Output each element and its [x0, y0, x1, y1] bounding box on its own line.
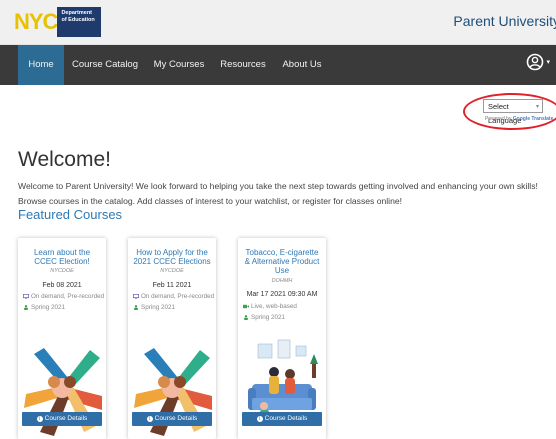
course-date: Mar 17 2021 09:30 AM	[246, 291, 318, 298]
highlight-annotation	[463, 93, 556, 130]
nav-resources[interactable]: Resources	[218, 45, 268, 85]
monitor-icon	[23, 294, 29, 299]
featured-courses-heading: Featured Courses	[18, 207, 123, 222]
course-title[interactable]: Learn about the CCEC Election!	[22, 248, 102, 266]
course-card[interactable]: How to Apply for the 2021 CCEC Elections…	[128, 238, 216, 439]
course-delivery-label: On demand, Pre-recorded	[141, 293, 215, 300]
course-org: NYCDOE	[160, 268, 184, 274]
course-card[interactable]: Learn about the CCEC Election! NYCDOE Fe…	[18, 238, 106, 439]
course-details-button[interactable]: i Course Details	[22, 412, 102, 426]
course-org: NYCDOE	[50, 268, 74, 274]
course-term: Spring 2021	[243, 314, 285, 321]
course-details-button[interactable]: i Course Details	[242, 412, 322, 426]
course-details-button[interactable]: i Course Details	[132, 412, 212, 426]
course-title[interactable]: Tobacco, E-cigarette & Alternative Produ…	[242, 248, 322, 275]
nav-about-us[interactable]: About Us	[280, 45, 324, 85]
course-term-label: Spring 2021	[141, 304, 175, 311]
person-icon	[24, 305, 28, 310]
info-icon: i	[36, 416, 43, 422]
nav-home[interactable]: Home	[18, 45, 64, 85]
course-title[interactable]: How to Apply for the 2021 CCEC Elections	[132, 248, 212, 266]
user-circle-icon	[527, 53, 544, 71]
person-icon	[134, 305, 138, 310]
chevron-down-icon: ▾	[546, 59, 550, 66]
course-org: DOHMH	[271, 278, 293, 284]
course-delivery-label: On demand, Pre-recorded	[31, 293, 105, 300]
course-details-label: Course Details	[154, 415, 198, 422]
info-icon: i	[256, 416, 263, 422]
course-details-label: Course Details	[44, 415, 88, 422]
video-camera-icon	[243, 304, 249, 309]
logo-dept-text: Department of Education	[57, 7, 102, 37]
logo-nyc-text: NYC	[14, 9, 58, 34]
site-brand[interactable]: Parent University	[453, 13, 556, 29]
nav-course-catalog[interactable]: Course Catalog	[70, 45, 140, 85]
top-header: NYC Department of Education Parent Unive…	[0, 0, 556, 45]
person-icon	[244, 315, 248, 320]
page-title: Welcome!	[18, 148, 111, 171]
course-term-label: Spring 2021	[31, 304, 65, 311]
nav-my-courses[interactable]: My Courses	[150, 45, 208, 85]
course-delivery: On demand, Pre-recorded	[23, 293, 104, 300]
user-menu[interactable]: ▾	[526, 53, 550, 71]
course-card[interactable]: Tobacco, E-cigarette & Alternative Produ…	[238, 238, 326, 439]
course-date: Feb 11 2021	[152, 282, 192, 289]
nyc-doe-logo[interactable]: NYC Department of Education	[14, 7, 102, 37]
course-delivery: Live, web-based	[243, 303, 297, 310]
monitor-icon	[133, 294, 139, 299]
course-date: Feb 08 2021	[42, 282, 82, 289]
info-icon: i	[146, 416, 153, 422]
course-term-label: Spring 2021	[251, 314, 285, 321]
course-term: Spring 2021	[23, 304, 65, 311]
course-details-label: Course Details	[264, 415, 308, 422]
course-term: Spring 2021	[133, 304, 175, 311]
main-nav: Home Course Catalog My Courses Resources…	[0, 45, 556, 85]
course-delivery-label: Live, web-based	[251, 303, 297, 310]
course-delivery: On demand, Pre-recorded	[133, 293, 214, 300]
welcome-intro: Welcome to Parent University! We look fo…	[18, 181, 538, 206]
